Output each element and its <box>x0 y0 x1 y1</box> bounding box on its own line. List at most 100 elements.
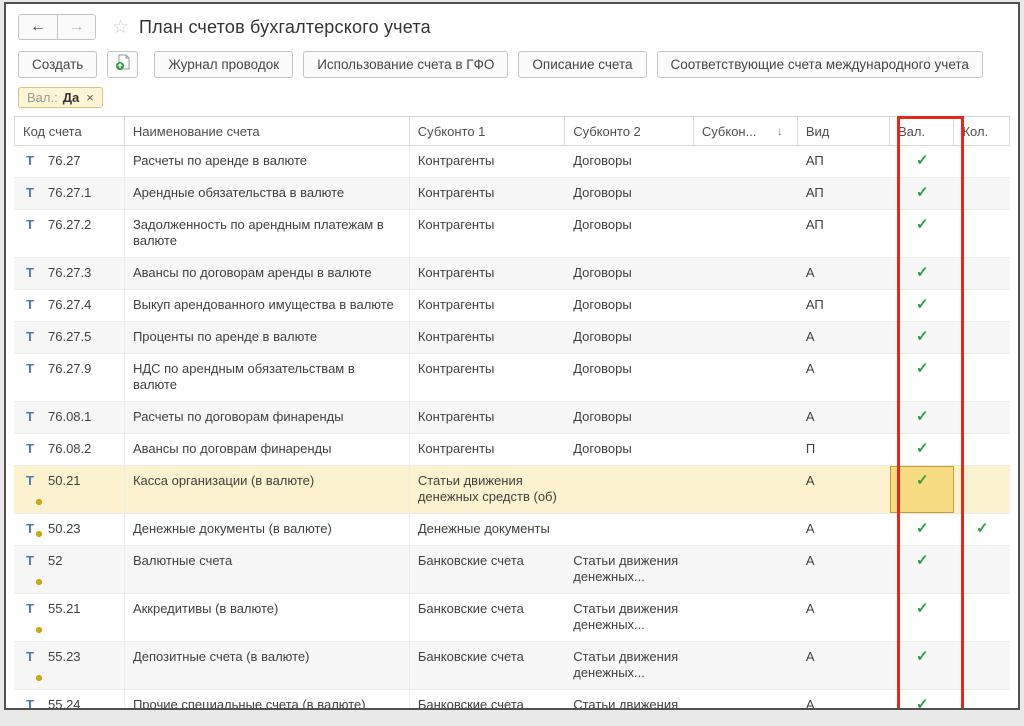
vid-cell: А <box>798 258 890 289</box>
column-header-code[interactable]: Код счета <box>14 117 125 145</box>
table-row[interactable]: T55.24Прочие специальные счета (в валюте… <box>14 690 1010 710</box>
journal-entries-button[interactable]: Журнал проводок <box>154 51 293 78</box>
account-icon: T <box>26 409 38 425</box>
account-icon: T <box>26 265 38 281</box>
table-row[interactable]: T76.27.9НДС по арендным обязательствам в… <box>14 354 1010 402</box>
account-code: 55.23 <box>48 649 81 681</box>
account-usage-gfo-button[interactable]: Использование счета в ГФО <box>303 51 508 78</box>
checkmark-icon: ✓ <box>916 440 929 457</box>
column-header-kol[interactable]: Кол. <box>954 117 1010 145</box>
table-row[interactable]: T76.27Расчеты по аренде в валютеКонтраге… <box>14 146 1010 178</box>
vid-cell: А <box>798 594 890 641</box>
valuta-cell: ✓ <box>890 466 954 513</box>
account-code: 76.27 <box>48 153 81 169</box>
table-row[interactable]: T76.27.1Арендные обязательства в валютеК… <box>14 178 1010 210</box>
filter-close-icon[interactable]: × <box>86 90 94 105</box>
table-row[interactable]: T76.08.1Расчеты по договорам финарендыКо… <box>14 402 1010 434</box>
forward-button[interactable]: → <box>57 15 95 39</box>
subconto1-cell: Контрагенты <box>410 434 565 465</box>
subconto3-cell <box>694 258 798 289</box>
table-row[interactable]: T52Валютные счетаБанковские счетаСтатьи … <box>14 546 1010 594</box>
account-code: 76.27.2 <box>48 217 91 249</box>
account-name-cell: Задолженность по арендным платежам в вал… <box>125 210 410 257</box>
kol-cell <box>954 466 1010 513</box>
subconto3-cell <box>694 514 798 545</box>
table-row[interactable]: T76.27.5Проценты по аренде в валютеКонтр… <box>14 322 1010 354</box>
currency-dot-icon <box>36 627 42 633</box>
checkmark-icon: ✓ <box>916 520 929 537</box>
favorite-star-icon[interactable]: ☆ <box>112 16 129 39</box>
account-icon: T <box>26 601 38 633</box>
account-code-cell: T55.23 <box>14 642 125 689</box>
account-code-cell: T76.08.2 <box>14 434 125 465</box>
valuta-cell: ✓ <box>890 642 954 689</box>
vid-cell: А <box>798 354 890 401</box>
column-header-subconto3[interactable]: Субкон... ↓ <box>694 117 798 145</box>
kol-cell <box>954 258 1010 289</box>
subconto3-cell <box>694 178 798 209</box>
account-code-cell: T50.21 <box>14 466 125 513</box>
account-name-cell: Авансы по договорам аренды в валюте <box>125 258 410 289</box>
subconto2-cell: Договоры <box>565 322 694 353</box>
sort-descending-icon: ↓ <box>777 124 789 138</box>
checkmark-icon: ✓ <box>916 360 929 377</box>
subconto3-cell <box>694 434 798 465</box>
kol-cell <box>954 642 1010 689</box>
subconto1-cell: Банковские счета <box>410 594 565 641</box>
subconto3-cell <box>694 546 798 593</box>
table-row[interactable]: T55.21Аккредитивы (в валюте)Банковские с… <box>14 594 1010 642</box>
vid-cell: А <box>798 402 890 433</box>
account-code-cell: T76.27 <box>14 146 125 177</box>
account-code: 52 <box>48 553 62 585</box>
account-code-cell: T76.27.5 <box>14 322 125 353</box>
column-header-label: Субконто 1 <box>418 124 486 139</box>
table-row[interactable]: T50.23Денежные документы (в валюте)Денеж… <box>14 514 1010 546</box>
currency-dot-icon <box>36 579 42 585</box>
subconto3-cell <box>694 690 798 710</box>
account-code: 76.27.4 <box>48 297 91 313</box>
table-row[interactable]: T76.27.2Задолженность по арендным платеж… <box>14 210 1010 258</box>
subconto1-cell: Контрагенты <box>410 210 565 257</box>
table-row[interactable]: T76.27.4Выкуп арендованного имущества в … <box>14 290 1010 322</box>
account-description-button[interactable]: Описание счета <box>518 51 646 78</box>
valuta-cell: ✓ <box>890 690 954 710</box>
table-row[interactable]: T55.23Депозитные счета (в валюте)Банковс… <box>14 642 1010 690</box>
back-button[interactable]: ← <box>19 15 57 39</box>
account-name-cell: Арендные обязательства в валюте <box>125 178 410 209</box>
account-name-cell: Касса организации (в валюте) <box>125 466 410 513</box>
kol-cell <box>954 434 1010 465</box>
account-name-cell: Депозитные счета (в валюте) <box>125 642 410 689</box>
create-by-copy-button[interactable] <box>107 51 138 78</box>
column-header-subconto2[interactable]: Субконто 2 <box>565 117 694 145</box>
create-button[interactable]: Создать <box>18 51 97 78</box>
international-accounts-button[interactable]: Соответствующие счета международного уче… <box>657 51 983 78</box>
account-code-cell: T76.08.1 <box>14 402 125 433</box>
account-code-cell: T52 <box>14 546 125 593</box>
table-row[interactable]: T76.08.2Авансы по договрам финарендыКонт… <box>14 434 1010 466</box>
currency-dot-icon <box>36 499 42 505</box>
column-header-valuta[interactable]: Вал. <box>890 117 954 145</box>
column-header-vid[interactable]: Вид <box>798 117 890 145</box>
column-header-name[interactable]: Наименование счета <box>125 117 410 145</box>
subconto2-cell: Договоры <box>565 178 694 209</box>
account-code-cell: T55.21 <box>14 594 125 641</box>
table-row[interactable]: T50.21Касса организации (в валюте)Статьи… <box>14 466 1010 514</box>
checkmark-icon: ✓ <box>916 152 929 169</box>
account-name-cell: Расчеты по договорам финаренды <box>125 402 410 433</box>
column-header-subconto1[interactable]: Субконто 1 <box>410 117 565 145</box>
currency-dot-icon <box>36 675 42 681</box>
valuta-cell: ✓ <box>890 146 954 177</box>
column-header-label: Субкон... <box>702 124 757 139</box>
subconto1-cell: Контрагенты <box>410 322 565 353</box>
account-icon: T <box>26 329 38 345</box>
account-code-cell: T76.27.3 <box>14 258 125 289</box>
nav-button-group: ← → <box>18 14 96 40</box>
account-name-cell: Авансы по договрам финаренды <box>125 434 410 465</box>
checkmark-icon: ✓ <box>916 552 929 569</box>
column-header-label: Наименование счета <box>133 124 260 139</box>
checkmark-icon: ✓ <box>916 264 929 281</box>
subconto2-cell: Договоры <box>565 434 694 465</box>
checkmark-icon: ✓ <box>916 408 929 425</box>
table-row[interactable]: T76.27.3Авансы по договорам аренды в вал… <box>14 258 1010 290</box>
account-name-cell: НДС по арендным обязательствам в валюте <box>125 354 410 401</box>
